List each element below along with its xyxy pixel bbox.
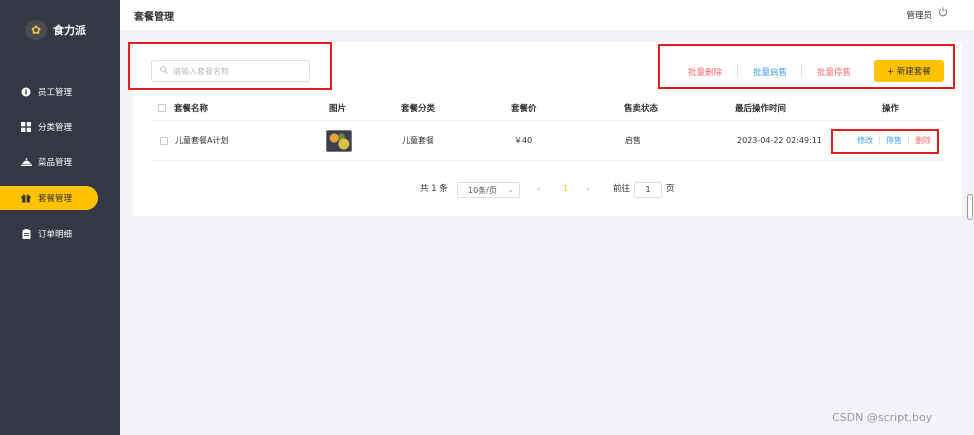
sidebar-item-label: 分类管理	[38, 123, 73, 133]
sidebar-item-label: 员工管理	[38, 88, 73, 98]
top-header: 套餐管理 管理员	[120, 0, 974, 30]
next-page-icon[interactable]: ›	[586, 184, 590, 195]
sidebar-item-label: 套餐管理	[38, 194, 73, 204]
column-header: 套餐价	[511, 104, 537, 114]
goto-page-input[interactable]: 1	[634, 182, 662, 198]
sidebar-item-dishes[interactable]: 菜品管理	[0, 150, 98, 174]
highlight-box-batch-actions	[658, 44, 955, 89]
table-row: 儿童套餐A计划 儿童套餐 ￥40 启售 2023-04-22 02:49:11 …	[151, 121, 943, 161]
gift-icon	[20, 192, 32, 204]
power-icon[interactable]	[938, 7, 950, 19]
total-count: 共 1 条	[420, 184, 448, 194]
logo-icon: ✿	[25, 20, 47, 40]
last-updated: 2023-04-22 02:49:11	[737, 136, 822, 145]
app-logo: ✿ 食力派	[25, 20, 86, 40]
sidebar-item-orders[interactable]: 订单明细	[0, 222, 98, 246]
page-size-select[interactable]: 10条/页 ⌄	[457, 182, 520, 198]
sidebar-item-categories[interactable]: 分类管理	[0, 115, 98, 139]
column-header: 售卖状态	[624, 104, 659, 114]
sidebar-item-employees[interactable]: 员工管理	[0, 80, 98, 104]
column-header: 套餐名称	[174, 104, 209, 114]
page-unit-label: 页	[666, 184, 675, 194]
combo-table: 套餐名称 图片 套餐分类 套餐价 售卖状态 最后操作时间 操作 儿童套餐A计划 …	[151, 96, 943, 161]
page-title: 套餐管理	[134, 12, 174, 23]
goto-label: 前往	[613, 184, 631, 194]
combo-name: 儿童套餐A计划	[175, 136, 229, 145]
column-header: 操作	[882, 104, 900, 114]
grid-icon	[20, 121, 32, 133]
sale-status: 启售	[625, 136, 641, 145]
scrollbar-thumb[interactable]	[967, 194, 973, 220]
column-header: 图片	[329, 104, 347, 114]
chevron-down-icon: ⌄	[507, 185, 514, 194]
column-header: 套餐分类	[401, 104, 436, 114]
logo-text: 食力派	[53, 24, 86, 37]
user-name[interactable]: 管理员	[906, 9, 932, 21]
select-all-checkbox[interactable]	[158, 104, 166, 112]
clipboard-icon	[20, 228, 32, 240]
info-circle-icon	[20, 86, 32, 98]
column-header: 最后操作时间	[735, 104, 787, 114]
highlight-box-row-actions	[831, 129, 939, 154]
combo-price: ￥40	[514, 136, 533, 145]
sidebar-item-combos[interactable]: 套餐管理	[0, 186, 98, 210]
dish-cover-icon	[20, 156, 32, 168]
combo-image	[326, 129, 352, 152]
sidebar-item-label: 菜品管理	[38, 158, 73, 168]
table-header-row: 套餐名称 图片 套餐分类 套餐价 售卖状态 最后操作时间 操作	[151, 96, 943, 121]
sidebar-item-label: 订单明细	[38, 230, 73, 240]
sidebar: ✿ 食力派 员工管理 分类管理 菜品管理 套餐管理 订单明细	[0, 0, 120, 435]
highlight-box-search	[128, 42, 332, 90]
watermark: CSDN @script.boy	[832, 411, 933, 424]
row-checkbox[interactable]	[160, 136, 168, 145]
current-page[interactable]: 1	[563, 184, 568, 193]
prev-page-icon[interactable]: ‹	[537, 184, 541, 195]
combo-category: 儿童套餐	[402, 136, 434, 145]
page-size-value: 10条/页	[468, 185, 497, 195]
